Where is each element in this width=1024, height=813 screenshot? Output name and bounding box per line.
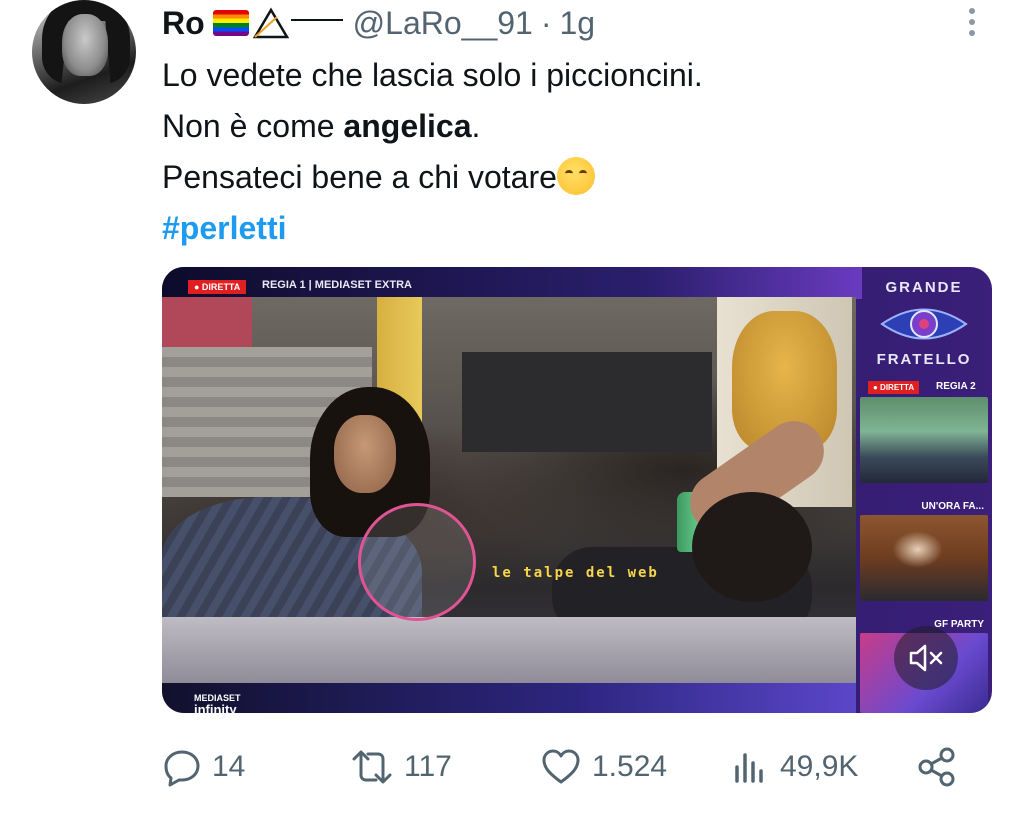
side-channel-label: REGIA 2 — [936, 381, 976, 392]
tweet-line-3: Pensateci bene a chi votare — [162, 152, 982, 203]
views-icon — [735, 753, 763, 783]
avatar-face — [62, 14, 108, 76]
side-thumbnail-2 — [860, 515, 988, 601]
tweet-header: Ro @LaRo__91 · 1g — [162, 0, 595, 46]
eye-logo-icon — [880, 308, 968, 340]
author-handle[interactable]: @LaRo__91 — [353, 5, 533, 42]
tweet-actions: 14 117 1.524 49,9K — [162, 742, 982, 792]
rainbow-flag-icon — [212, 10, 249, 36]
tweet-video[interactable]: ● DIRETTA REGIA 1 | MEDIASET EXTRA le ta… — [162, 267, 992, 713]
like-icon — [542, 749, 580, 784]
side-thumbnail-1 — [860, 397, 988, 483]
share-button[interactable] — [916, 742, 968, 792]
brand-bottom: infinity — [194, 702, 237, 714]
channel-label: REGIA 1 | MEDIASET EXTRA — [262, 279, 412, 291]
tweet-line-2-end: . — [471, 108, 481, 144]
show-logo-top: GRANDE — [885, 279, 963, 296]
name-divider — [290, 19, 343, 21]
volume-mute-icon[interactable] — [894, 626, 958, 690]
smiling-face-emoji-icon — [556, 157, 595, 195]
tweet-line-2-start: Non è come — [162, 108, 344, 144]
tweet-page: Ro @LaRo__91 · 1g Lo vedete che lascia s… — [0, 0, 1024, 813]
scene-sheet — [162, 617, 856, 683]
thumbnail-caption-2: UN'ORA FA... — [921, 501, 984, 512]
scene-man-head — [692, 492, 812, 602]
scene-woman-face — [334, 415, 396, 493]
reply-count: 14 — [212, 750, 246, 783]
tweet-line-2: Non è come angelica. — [162, 101, 982, 152]
thumbnail-caption-3: GF PARTY — [934, 619, 984, 630]
retweet-icon — [352, 750, 392, 784]
header-separator: · — [540, 4, 552, 41]
more-dot — [969, 19, 975, 25]
side-live-badge: ● DIRETTA — [868, 381, 920, 394]
mediaset-infinity-logo: MEDIASET infinity — [194, 693, 241, 713]
views-count: 49,9K — [780, 750, 859, 783]
hashtag-link[interactable]: #perletti — [162, 210, 286, 246]
tweet-line-3-text: Pensateci bene a chi votare — [162, 159, 557, 195]
triangle-icon — [252, 7, 289, 39]
more-options-icon[interactable] — [962, 2, 982, 42]
reply-button[interactable]: 14 — [162, 742, 245, 792]
watermark-text: le talpe del web — [492, 565, 659, 581]
like-count: 1.524 — [592, 750, 668, 783]
author-avatar[interactable] — [32, 0, 136, 104]
live-badge: ● DIRETTA — [188, 280, 247, 294]
author-name[interactable]: Ro — [162, 5, 205, 42]
views-button[interactable]: 49,9K — [730, 742, 858, 792]
watermark-logo — [358, 503, 476, 621]
tweet-text: Lo vedete che lascia solo i piccioncini.… — [162, 50, 982, 254]
mention-bold: angelica — [343, 108, 472, 144]
tweet-time[interactable]: 1g — [559, 5, 595, 42]
retweet-button[interactable]: 117 — [350, 742, 452, 792]
more-dot — [969, 8, 975, 14]
volume-mute-glyph — [909, 644, 943, 672]
like-button[interactable]: 1.524 — [540, 742, 667, 792]
tweet-line-4: #perletti — [162, 203, 982, 254]
scene-shelf — [462, 352, 712, 452]
reply-icon — [164, 750, 200, 787]
video-frame: le talpe del web — [162, 297, 856, 683]
video-bottom-bar — [162, 683, 856, 713]
retweet-count: 117 — [404, 750, 452, 783]
share-icon — [918, 747, 955, 787]
show-logo-bottom: FRATELLO — [876, 351, 972, 368]
tweet-line-1: Lo vedete che lascia solo i piccioncini. — [162, 57, 703, 93]
more-dot — [969, 30, 975, 36]
